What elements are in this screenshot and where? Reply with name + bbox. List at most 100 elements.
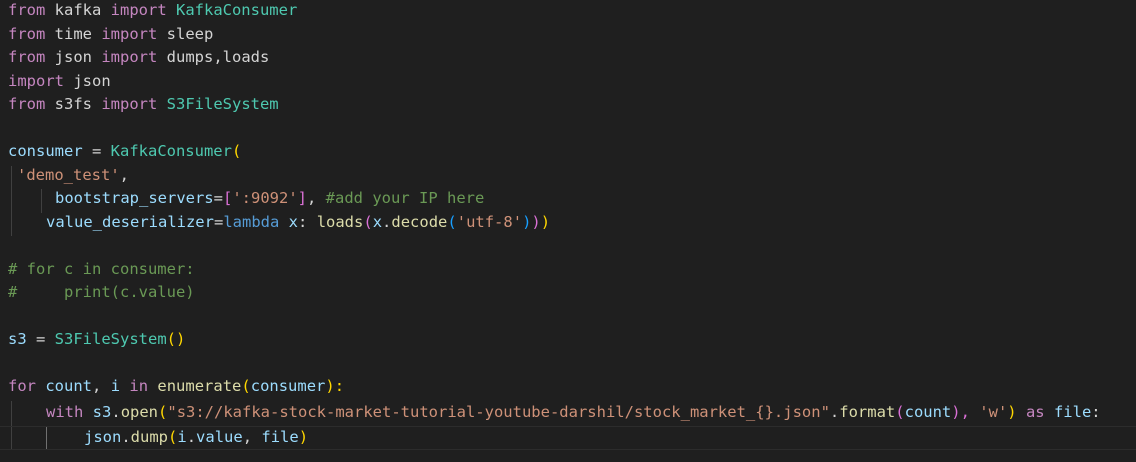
class-name: S3FileSystem bbox=[54, 330, 167, 348]
comment: #add your IP here bbox=[325, 189, 485, 207]
function-name: enumerate bbox=[157, 377, 242, 395]
comment: # for c in consumer: bbox=[8, 259, 195, 278]
code-editor[interactable]: from kafka import KafkaConsumer from tim… bbox=[0, 0, 1136, 462]
punctuation: , bbox=[92, 377, 111, 395]
function-name: dump bbox=[130, 428, 168, 446]
variable: count bbox=[45, 377, 93, 395]
bracket: () bbox=[166, 330, 186, 348]
keyword: in bbox=[129, 377, 149, 395]
module-name: kafka bbox=[45, 1, 111, 19]
variable: value bbox=[196, 428, 243, 446]
keyword: from bbox=[8, 95, 46, 113]
variable: s3 bbox=[8, 330, 27, 348]
bracket: ] bbox=[297, 189, 307, 207]
code-line-13: # print(c.value) bbox=[8, 281, 195, 305]
code-line-15: s3 = S3FileSystem() bbox=[8, 328, 185, 352]
string-literal: 'utf-8' bbox=[456, 212, 523, 231]
bracket: ) bbox=[540, 212, 551, 231]
bracket: ( bbox=[241, 377, 251, 395]
keyword: from bbox=[8, 1, 46, 19]
bracket: ) bbox=[298, 428, 309, 446]
keyword: lambda bbox=[223, 212, 280, 231]
variable: json bbox=[84, 428, 122, 446]
bracket: ( bbox=[895, 403, 905, 421]
code-line-9: bootstrap_servers=[':9092'], #add your I… bbox=[55, 187, 484, 211]
operator: = bbox=[213, 212, 224, 231]
operator: = bbox=[82, 142, 111, 160]
bracket: ( bbox=[363, 212, 373, 231]
variable: i bbox=[177, 428, 187, 446]
keyword: for bbox=[8, 377, 36, 395]
code-line-3: from json import dumps,loads bbox=[8, 46, 269, 70]
keyword: import bbox=[8, 71, 64, 90]
code-line-17: for count, i in enumerate(consumer): bbox=[8, 375, 344, 399]
imported-name: sleep bbox=[157, 24, 214, 43]
module-name: time bbox=[45, 24, 102, 43]
bracket: ( bbox=[168, 428, 178, 446]
punctuation: . bbox=[186, 428, 197, 446]
parameter-name: x bbox=[288, 212, 299, 231]
punctuation: . bbox=[382, 212, 392, 231]
punctuation: . bbox=[111, 403, 121, 421]
indent-guide bbox=[11, 166, 12, 236]
code-line-5: from s3fs import S3FileSystem bbox=[8, 93, 279, 117]
punctuation: , bbox=[242, 428, 262, 446]
bracket: ) bbox=[1007, 403, 1026, 421]
bracket: ( bbox=[231, 142, 242, 160]
code-line-1: from kafka import KafkaConsumer bbox=[8, 0, 297, 23]
keyword: as bbox=[1025, 403, 1045, 421]
function-name: decode bbox=[391, 212, 448, 231]
punctuation: : bbox=[298, 212, 317, 231]
variable: i bbox=[110, 377, 121, 395]
bracket: ) bbox=[531, 212, 541, 231]
code-line-7: consumer = KafkaConsumer( bbox=[8, 140, 241, 164]
bracket: ), bbox=[951, 403, 980, 421]
bracket: ( bbox=[158, 403, 168, 421]
punctuation: . bbox=[121, 428, 131, 446]
keyword: import bbox=[101, 48, 158, 66]
indent-guide bbox=[41, 189, 42, 213]
module-name: s3fs bbox=[45, 95, 102, 113]
keyword: import bbox=[101, 24, 158, 43]
string-literal: ':9092' bbox=[232, 189, 298, 207]
code-line-10: value_deserializer=lambda x: loads(x.dec… bbox=[46, 211, 550, 235]
function-name: format bbox=[839, 403, 896, 421]
code-line-8: 'demo_test', bbox=[17, 164, 129, 188]
keyword: import bbox=[101, 95, 158, 113]
code-line-12: # for c in consumer: bbox=[8, 258, 195, 282]
punctuation: , bbox=[307, 189, 326, 207]
class-name: S3FileSystem bbox=[157, 95, 279, 113]
variable: s3 bbox=[92, 403, 112, 421]
comment: # print(c.value) bbox=[8, 283, 195, 301]
variable: x bbox=[372, 212, 383, 231]
bracket: [ bbox=[222, 189, 233, 207]
bracket: ) bbox=[522, 212, 532, 231]
variable: count bbox=[904, 403, 952, 421]
punctuation: . bbox=[829, 403, 840, 421]
code-line-19: json.dump(i.value, file) bbox=[84, 426, 308, 450]
variable: consumer bbox=[8, 142, 83, 160]
bracket: ( bbox=[447, 212, 457, 231]
bracket: ): bbox=[325, 377, 345, 395]
operator: = bbox=[26, 330, 55, 348]
function-name: open bbox=[120, 403, 159, 421]
module-name: json bbox=[45, 48, 102, 66]
module-name: json bbox=[64, 71, 111, 90]
class-name: KafkaConsumer bbox=[166, 1, 298, 19]
parameter-name: value_deserializer bbox=[46, 212, 214, 231]
code-line-18: with s3.open("s3://kafka-stock-market-tu… bbox=[46, 401, 1101, 425]
code-line-2: from time import sleep bbox=[8, 23, 213, 47]
variable: consumer bbox=[250, 377, 326, 395]
string-literal: 'w' bbox=[979, 403, 1008, 421]
string-literal: 'demo_test' bbox=[17, 165, 120, 184]
operator: = bbox=[213, 189, 223, 207]
keyword: with bbox=[46, 403, 84, 421]
function-name: loads bbox=[316, 212, 364, 231]
punctuation: , bbox=[119, 165, 129, 184]
